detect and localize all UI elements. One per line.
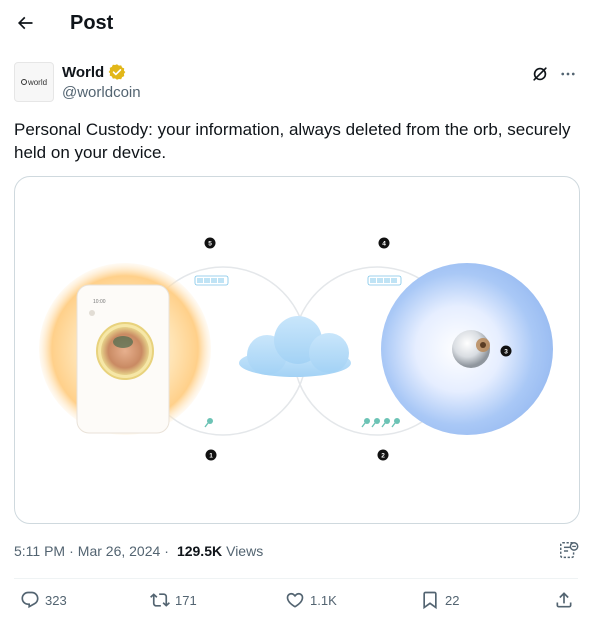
- avatar[interactable]: world: [14, 62, 54, 102]
- like-count: 1.1K: [310, 592, 337, 608]
- views-label: Views: [226, 543, 264, 559]
- back-button[interactable]: [10, 8, 40, 38]
- avatar-logo-text: world: [27, 77, 48, 87]
- face-image: [101, 327, 149, 375]
- bottom-left-key-icon: [204, 418, 213, 428]
- author-name-row: World: [62, 63, 126, 81]
- reply-count: 323: [45, 592, 67, 608]
- post-author: world World @worldcoin: [14, 62, 578, 106]
- step-marker-4: 4: [378, 237, 390, 249]
- post-meta: 5:11 PM · Mar 26, 2024 · 129.5K Views: [14, 543, 263, 559]
- share-button[interactable]: [554, 590, 574, 610]
- back-arrow-icon: [17, 16, 33, 30]
- grok-icon[interactable]: [530, 64, 550, 84]
- top-bar: Post: [0, 0, 592, 50]
- media-illustration: 10:00 1 2 3 4 5: [39, 237, 553, 461]
- bottom-right-key-icons: [361, 418, 400, 428]
- post-media-image[interactable]: 10:00 1 2 3 4 5: [14, 176, 580, 524]
- share-icon: [556, 592, 572, 608]
- analytics-icon[interactable]: [558, 540, 580, 562]
- meta-separator: ·: [164, 543, 169, 559]
- reply-icon: [21, 591, 39, 609]
- reply-button[interactable]: 323: [20, 590, 67, 610]
- more-button[interactable]: [558, 64, 578, 84]
- world-logo-icon: [20, 79, 27, 85]
- action-bar: 323 171 1.1K 22: [14, 590, 578, 616]
- more-icon: [561, 72, 575, 76]
- top-left-packets: [194, 275, 229, 286]
- svg-text:1: 1: [209, 453, 213, 460]
- post-time[interactable]: 5:11 PM: [14, 543, 65, 559]
- author-display-name[interactable]: World: [62, 64, 104, 81]
- divider: [14, 578, 578, 579]
- like-icon: [286, 592, 304, 608]
- repost-button[interactable]: 171: [150, 590, 197, 610]
- phone-back-dot: [89, 310, 95, 316]
- views-count: 129.5K: [176, 543, 223, 559]
- page-title: Post: [70, 12, 114, 34]
- face-hair: [113, 336, 133, 348]
- step-marker-2: 2: [377, 449, 389, 461]
- step-marker-5: 5: [204, 237, 216, 249]
- repost-count: 171: [175, 592, 197, 608]
- svg-text:5: 5: [208, 241, 212, 248]
- like-button[interactable]: 1.1K: [285, 590, 337, 610]
- top-right-packets: [367, 275, 402, 286]
- bookmark-icon: [423, 591, 437, 610]
- step-marker-3: 3: [500, 345, 512, 357]
- repost-icon: [150, 593, 170, 607]
- svg-text:3: 3: [504, 349, 508, 356]
- orb-lens-center: [480, 342, 486, 348]
- svg-text:4: 4: [382, 241, 386, 248]
- post-text: Personal Custody: your information, alwa…: [14, 120, 571, 162]
- verified-badge-icon: [108, 64, 126, 80]
- bookmark-button[interactable]: 22: [420, 590, 459, 610]
- step-marker-1: 1: [205, 449, 217, 461]
- svg-text:2: 2: [381, 453, 385, 460]
- meta-separator: ·: [69, 543, 74, 559]
- bookmark-count: 22: [445, 592, 460, 608]
- cloud-icon: [239, 316, 351, 377]
- author-handle[interactable]: @worldcoin: [62, 84, 141, 101]
- phone-time: 10:00: [93, 299, 106, 305]
- post-date[interactable]: Mar 26, 2024: [78, 543, 161, 559]
